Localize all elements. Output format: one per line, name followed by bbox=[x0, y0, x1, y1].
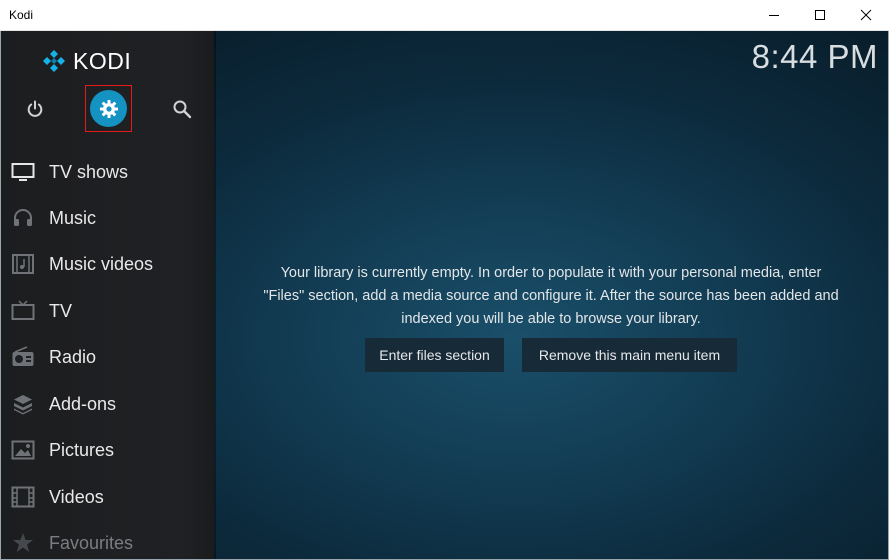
sidebar-item-music[interactable]: Music bbox=[1, 195, 214, 241]
television-icon bbox=[10, 298, 36, 324]
sidebar-item-tv-shows[interactable]: TV shows bbox=[1, 149, 214, 195]
minimize-icon bbox=[768, 15, 779, 16]
minimize-button[interactable] bbox=[751, 0, 796, 30]
sidebar-item-favourites[interactable]: Favourites bbox=[1, 520, 214, 559]
headphones-icon bbox=[10, 205, 36, 231]
sidebar-divider bbox=[214, 31, 216, 559]
radio-icon bbox=[10, 344, 36, 370]
sidebar-item-label: TV shows bbox=[49, 161, 129, 182]
sidebar-item-label: Add-ons bbox=[49, 393, 117, 414]
window-titlebar[interactable]: Kodi bbox=[0, 0, 889, 31]
kodi-logo-icon bbox=[43, 50, 65, 72]
tv-icon bbox=[10, 159, 36, 185]
logo-text: KODI bbox=[73, 47, 132, 74]
window-title: Kodi bbox=[9, 8, 34, 22]
sidebar-item-label: Music bbox=[49, 207, 97, 228]
star-icon bbox=[10, 530, 36, 556]
remove-main-menu-item-button[interactable]: Remove this main menu item bbox=[522, 338, 737, 372]
empty-library-message: Your library is currently empty. In orde… bbox=[231, 262, 871, 331]
gear-icon bbox=[99, 99, 118, 118]
sidebar-item-label: Favourites bbox=[49, 532, 134, 553]
message-line: indexed you will be able to browse your … bbox=[401, 311, 701, 327]
enter-files-section-button[interactable]: Enter files section bbox=[365, 338, 504, 372]
sidebar: KODI TV shows Music Music videos TV Radi… bbox=[1, 31, 214, 559]
clock: 8:44 PM bbox=[751, 38, 878, 75]
maximize-icon bbox=[814, 10, 825, 20]
sidebar-item-tv[interactable]: TV bbox=[1, 288, 214, 334]
kodi-home-screen: KODI TV shows Music Music videos TV Radi… bbox=[1, 31, 888, 559]
power-icon bbox=[27, 100, 43, 117]
power-button[interactable] bbox=[21, 95, 49, 123]
kodi-logo: KODI bbox=[41, 45, 131, 77]
sidebar-item-label: Music videos bbox=[49, 253, 154, 274]
sidebar-item-label: Radio bbox=[49, 346, 97, 367]
search-icon bbox=[173, 100, 192, 119]
sidebar-item-music-videos[interactable]: Music videos bbox=[1, 241, 214, 287]
sidebar-item-add-ons[interactable]: Add-ons bbox=[1, 381, 214, 427]
search-button[interactable] bbox=[168, 95, 196, 123]
settings-button[interactable] bbox=[85, 85, 132, 132]
maximize-button[interactable] bbox=[797, 0, 842, 30]
message-line: Your library is currently empty. In orde… bbox=[280, 265, 822, 281]
addons-icon bbox=[10, 391, 36, 417]
sidebar-item-radio[interactable]: Radio bbox=[1, 334, 214, 380]
settings-button-circle bbox=[90, 90, 127, 127]
message-line: "Files" section, add a media source and … bbox=[263, 288, 839, 304]
film-icon bbox=[10, 484, 36, 510]
pictures-icon bbox=[10, 437, 36, 463]
sidebar-item-label: Pictures bbox=[49, 439, 115, 460]
music-video-icon bbox=[10, 251, 36, 277]
sidebar-item-label: Videos bbox=[49, 486, 104, 507]
close-button[interactable] bbox=[843, 0, 888, 30]
sidebar-item-label: TV bbox=[49, 300, 73, 321]
sidebar-item-videos[interactable]: Videos bbox=[1, 474, 214, 520]
close-icon bbox=[860, 9, 871, 21]
sidebar-item-pictures[interactable]: Pictures bbox=[1, 427, 214, 473]
